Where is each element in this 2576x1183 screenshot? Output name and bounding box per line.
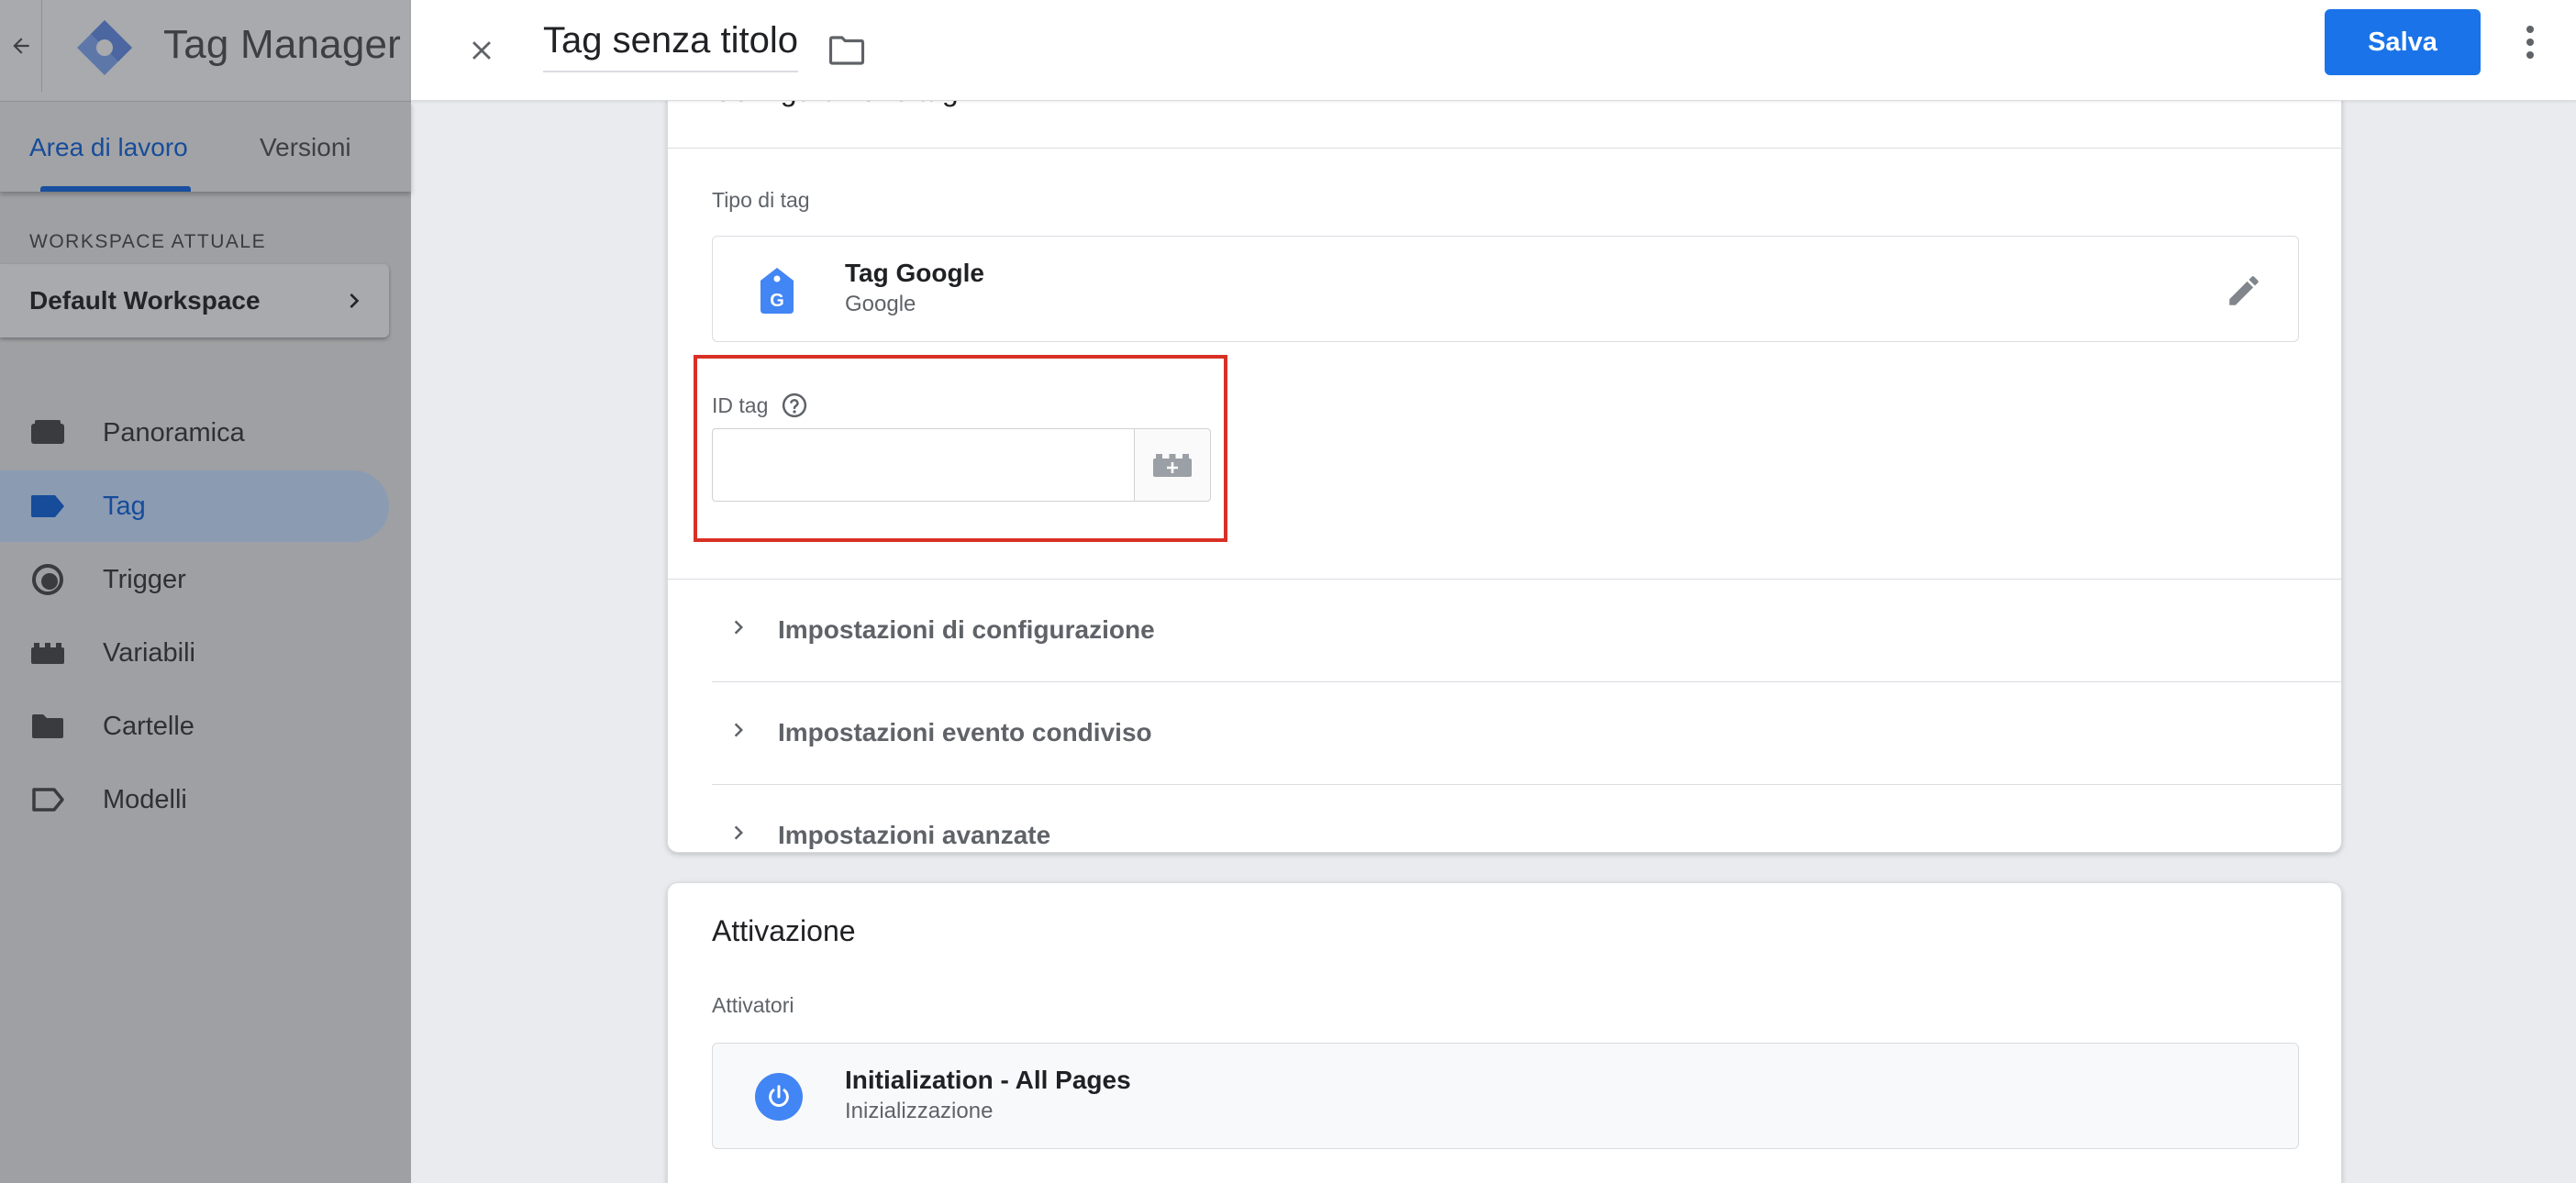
accordion-shared-event-settings[interactable]: Impostazioni evento condiviso (712, 681, 2343, 784)
arrow-left-icon (12, 38, 29, 54)
accordion-configuration-settings[interactable]: Impostazioni di configurazione (712, 579, 2343, 681)
trigger-icon (29, 561, 66, 598)
accordion-label: Impostazioni di configurazione (778, 615, 1155, 644)
tab-versions[interactable]: Versioni (260, 133, 351, 162)
id-tag-input[interactable] (712, 428, 1136, 502)
workspace-selector[interactable]: Default Workspace (0, 264, 389, 337)
sidebar-item-label: Trigger (103, 564, 186, 594)
tag-type-label: Tipo di tag (712, 188, 810, 212)
svg-text:G: G (770, 291, 784, 311)
tag-type-selector[interactable]: G Tag Google Google (712, 236, 2299, 342)
tag-type-name: Tag Google (845, 259, 984, 287)
insert-variable-icon (1153, 454, 1192, 477)
workspace-label: WORKSPACE ATTUALE (29, 231, 267, 252)
insert-variable-button[interactable] (1134, 428, 1211, 502)
google-tag-icon: G (761, 268, 794, 314)
overview-icon (29, 415, 66, 451)
active-tab-indicator (40, 186, 191, 192)
triggers-label: Attivatori (712, 993, 794, 1017)
accordion-label: Impostazioni avanzate (778, 821, 1051, 849)
sidebar-item-label: Variabili (103, 637, 196, 668)
sidebar-item-folders[interactable]: Cartelle (0, 691, 389, 762)
folder-icon (29, 708, 66, 745)
templates-icon (29, 781, 66, 818)
sidebar-tabs: Area di lavoro Versioni (0, 102, 411, 192)
sidebar-item-label: Modelli (103, 784, 187, 814)
triggering-card: Attivazione Attivatori Initialization - … (667, 882, 2342, 1183)
save-button[interactable]: Salva (2325, 9, 2481, 75)
tag-manager-logo-icon (77, 20, 132, 75)
tag-configuration-card: Configurazione tag Tipo di tag G Tag Goo… (667, 37, 2343, 853)
trigger-item[interactable]: Initialization - All Pages Inizializzazi… (712, 1043, 2299, 1149)
app-title: Tag Manager (163, 22, 402, 67)
tag-icon (29, 488, 66, 525)
trigger-name: Initialization - All Pages (845, 1066, 1131, 1094)
sidebar: Tag Manager Area di lavoro Versioni WORK… (0, 0, 411, 1183)
more-vert-icon (2526, 26, 2534, 59)
sidebar-item-tag[interactable]: Tag (0, 470, 389, 542)
sidebar-item-label: Tag (103, 491, 146, 521)
back-button[interactable] (0, 0, 42, 92)
variables-icon (29, 635, 66, 671)
sidebar-item-label: Panoramica (103, 417, 245, 448)
tab-workspace[interactable]: Area di lavoro (29, 133, 188, 162)
trigger-type: Inizializzazione (845, 1099, 994, 1123)
sidebar-item-overview[interactable]: Panoramica (0, 397, 389, 469)
tag-editor-header: Tag senza titolo Salva (411, 0, 2576, 101)
chevron-right-icon (350, 293, 360, 308)
tag-type-vendor: Google (845, 292, 916, 316)
more-options-button[interactable] (2512, 17, 2548, 68)
chevron-right-icon (734, 723, 743, 737)
help-icon[interactable] (781, 392, 808, 419)
folder-icon (828, 36, 865, 65)
folder-button[interactable] (822, 26, 872, 75)
divider (668, 148, 2341, 149)
accordion-advanced-settings[interactable]: Impostazioni avanzate (712, 784, 2343, 887)
pencil-icon[interactable] (2225, 271, 2263, 310)
id-tag-label: ID tag (712, 392, 769, 417)
workspace-name: Default Workspace (29, 286, 261, 315)
power-icon (755, 1073, 803, 1121)
triggering-title: Attivazione (712, 914, 856, 947)
app-header: Tag Manager (0, 0, 411, 102)
close-button[interactable] (457, 26, 506, 75)
chevron-right-icon (734, 620, 743, 635)
sidebar-item-templates[interactable]: Modelli (0, 764, 389, 835)
tag-name-field[interactable]: Tag senza titolo (543, 20, 798, 72)
chevron-right-icon (734, 825, 743, 840)
accordion-label: Impostazioni evento condiviso (778, 718, 1152, 746)
sidebar-item-variables[interactable]: Variabili (0, 617, 389, 689)
close-icon (472, 41, 491, 60)
id-tag-label-row: ID tag (712, 392, 808, 419)
sidebar-item-label: Cartelle (103, 711, 194, 741)
sidebar-item-trigger[interactable]: Trigger (0, 544, 389, 615)
